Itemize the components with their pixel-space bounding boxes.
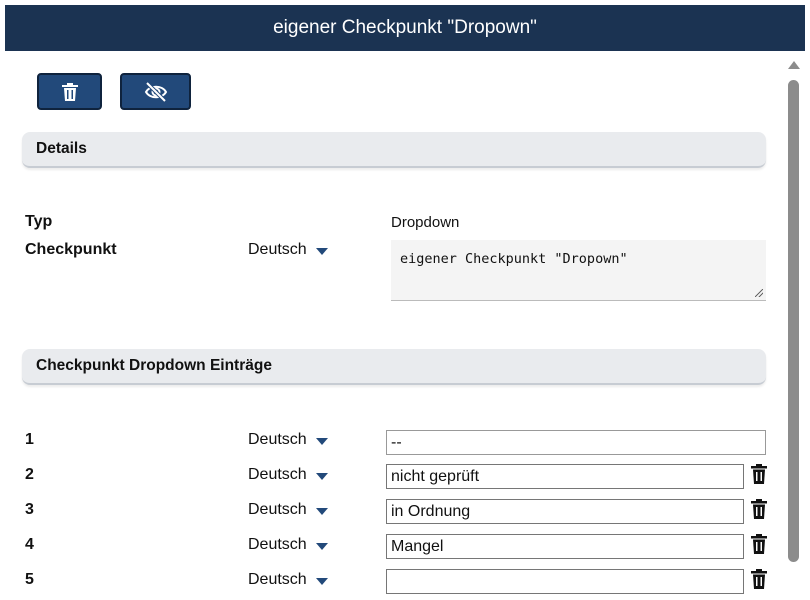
- entry-input[interactable]: --: [386, 430, 766, 455]
- entry-input[interactable]: nicht geprüft: [386, 464, 744, 489]
- type-label: Typ: [25, 213, 53, 230]
- entry-number: 1: [25, 431, 34, 448]
- entry-number: 3: [25, 501, 34, 518]
- language-label: Deutsch: [248, 431, 307, 448]
- language-label: Deutsch: [248, 241, 307, 258]
- caret-down-icon: [315, 542, 328, 550]
- checkpoint-language-dropdown[interactable]: Deutsch: [248, 241, 328, 259]
- caret-down-icon: [315, 577, 328, 585]
- details-section-header[interactable]: Details: [22, 132, 766, 168]
- scrollbar-thumb[interactable]: [788, 80, 799, 562]
- delete-button[interactable]: [37, 73, 102, 110]
- entry-number: 2: [25, 466, 34, 483]
- eye-slash-icon: [144, 81, 167, 102]
- entry-language-dropdown[interactable]: Deutsch: [248, 571, 328, 589]
- checkpoint-textarea[interactable]: eigener Checkpunkt "Dropown": [391, 240, 766, 301]
- delete-entry-trash-icon[interactable]: [751, 499, 767, 519]
- caret-down-icon: [315, 247, 328, 255]
- entry-input[interactable]: [386, 569, 744, 594]
- checkpoint-label: Checkpunkt: [25, 241, 117, 258]
- entry-number: 5: [25, 571, 34, 588]
- entry-language-dropdown[interactable]: Deutsch: [248, 466, 328, 484]
- checkpoint-text: eigener Checkpunkt "Dropown": [400, 251, 628, 267]
- entry-language-dropdown[interactable]: Deutsch: [248, 501, 328, 519]
- caret-down-icon: [315, 507, 328, 515]
- entry-language-dropdown[interactable]: Deutsch: [248, 536, 328, 554]
- caret-down-icon: [315, 472, 328, 480]
- trash-icon: [61, 82, 78, 101]
- vertical-scrollbar[interactable]: [785, 61, 801, 600]
- scroll-up-arrow-icon[interactable]: [788, 61, 800, 69]
- dialog-content: Details Typ Dropdown Checkpunkt Deutsch …: [5, 51, 805, 600]
- entry-language-dropdown[interactable]: Deutsch: [248, 431, 328, 449]
- entry-input[interactable]: Mangel: [386, 534, 744, 559]
- type-value: Dropdown: [391, 214, 460, 231]
- resize-handle-icon[interactable]: [755, 289, 763, 297]
- language-label: Deutsch: [248, 466, 307, 483]
- entry-input[interactable]: in Ordnung: [386, 499, 744, 524]
- caret-down-icon: [315, 437, 328, 445]
- dialog-window: eigener Checkpunkt "Dropown" Details Typ…: [5, 5, 805, 600]
- entry-number: 4: [25, 536, 34, 553]
- delete-entry-trash-icon[interactable]: [751, 534, 767, 554]
- entries-section-header[interactable]: Checkpunkt Dropdown Einträge: [22, 349, 766, 385]
- dialog-title: eigener Checkpunkt "Dropown": [5, 5, 805, 51]
- delete-entry-trash-icon[interactable]: [751, 464, 767, 484]
- language-label: Deutsch: [248, 536, 307, 553]
- language-label: Deutsch: [248, 571, 307, 588]
- hide-button[interactable]: [120, 73, 191, 110]
- delete-entry-trash-icon[interactable]: [751, 569, 767, 589]
- language-label: Deutsch: [248, 501, 307, 518]
